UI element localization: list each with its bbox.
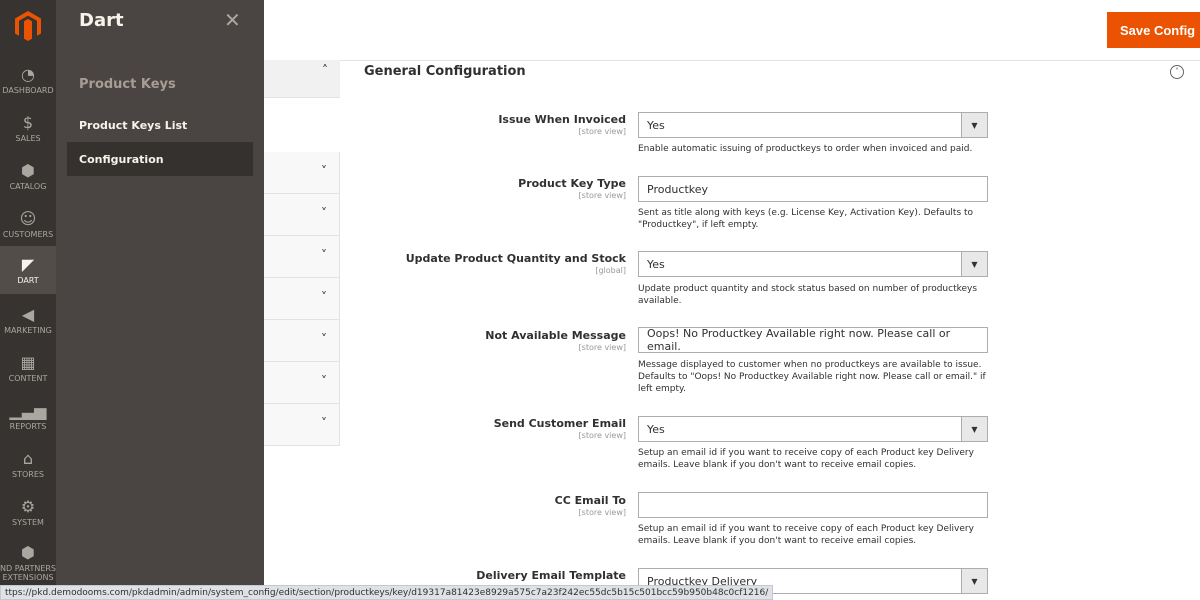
dart-icon: ◤ — [21, 254, 35, 274]
status-bar-url: ttps://pkd.demodooms.com/pkdadmin/admin/… — [0, 585, 774, 600]
field-scope: [global] — [595, 266, 626, 275]
megaphone-icon: ◀ — [21, 304, 35, 324]
field-scope: [store view] — [578, 191, 626, 200]
nav-customers[interactable]: ☺ CUSTOMERS — [0, 200, 56, 248]
magento-logo[interactable] — [0, 0, 56, 52]
field-label-not-available-message: Not Available Message — [485, 329, 626, 342]
chevron-down-icon: ˅ — [321, 248, 327, 262]
nav-system[interactable]: ⚙ SYSTEM — [0, 488, 56, 536]
nav-reports[interactable]: ▁▃▅ REPORTS — [0, 392, 56, 440]
cube-icon: ⬢ — [21, 543, 35, 562]
dropdown-arrow-icon: ▼ — [961, 417, 987, 441]
close-icon[interactable]: ✕ — [224, 8, 241, 32]
field-note: Setup an email id if you want to receive… — [638, 448, 974, 470]
field-scope: [store view] — [578, 431, 626, 440]
submenu-link-configuration[interactable]: Configuration — [67, 142, 253, 176]
chevron-down-icon: ˅ — [321, 164, 327, 178]
nav-catalog[interactable]: ⬢ CATALOG — [0, 152, 56, 200]
chevron-down-icon: ˅ — [321, 374, 327, 388]
gear-icon: ⚙ — [20, 496, 36, 516]
update-quantity-select[interactable]: Yes ▼ — [638, 251, 988, 277]
save-config-button[interactable]: Save Config — [1107, 12, 1200, 48]
field-note: Sent as title along with keys (e.g. Lice… — [638, 208, 974, 230]
field-note: Setup an email id if you want to receive… — [638, 524, 974, 546]
field-label-update-product-quantity: Update Product Quantity and Stock — [405, 252, 626, 265]
cube-icon: ⬢ — [21, 160, 35, 180]
chevron-down-icon: ˅ — [321, 290, 327, 304]
admin-nav: ◔ DASHBOARD $ SALES ⬢ CATALOG ☺ CUSTOMERS ◤ D… — [0, 0, 56, 600]
nav-dart[interactable]: ◤ DART — [0, 246, 56, 294]
section-title[interactable]: General Configuration — [364, 64, 526, 79]
nav-dashboard[interactable]: ◔ DASHBOARD — [0, 56, 56, 104]
issue-when-invoiced-select[interactable]: Yes ▼ — [638, 112, 988, 138]
collapse-icon[interactable]: ˄ — [1170, 65, 1184, 79]
field-label-issue-when-invoiced: Issue When Invoiced — [498, 113, 626, 126]
chevron-down-icon: ˅ — [321, 206, 327, 220]
cc-email-to-input[interactable] — [638, 492, 988, 518]
tab-group[interactable]: ˅ — [264, 362, 340, 404]
tab-group[interactable]: ˅ — [264, 320, 340, 362]
tab-group[interactable]: ˅ — [264, 236, 340, 278]
product-key-type-input[interactable]: Productkey — [638, 176, 988, 202]
field-label-send-customer-email: Send Customer Email — [493, 417, 626, 430]
field-label-delivery-email-template: Delivery Email Template — [476, 569, 626, 582]
field-scope: [store view] — [578, 508, 626, 517]
tab-group[interactable]: ˅ — [264, 194, 340, 236]
not-available-message-input[interactable]: Oops! No Productkey Available right now.… — [638, 327, 988, 353]
chevron-down-icon: ˅ — [321, 416, 327, 430]
field-note: Message displayed to customer when no pr… — [638, 360, 986, 394]
field-note: Update product quantity and stock status… — [638, 284, 978, 306]
submenu-group-title: Product Keys — [79, 77, 176, 92]
submenu-title: Dart — [79, 10, 124, 31]
tab-group[interactable]: ˅ — [264, 404, 340, 446]
chevron-down-icon: ˅ — [321, 332, 327, 346]
field-scope: [store view] — [578, 343, 626, 352]
field-label-product-key-type: Product Key Type — [518, 177, 626, 190]
field-scope: [store view] — [578, 127, 626, 136]
field-label-cc-email-to: CC Email To — [554, 494, 626, 507]
dropdown-arrow-icon: ▼ — [961, 113, 987, 137]
dashboard-icon: ◔ — [21, 64, 35, 84]
tab-group[interactable]: ˅ — [264, 278, 340, 320]
nav-marketing[interactable]: ◀ MARKETING — [0, 296, 56, 344]
dropdown-arrow-icon: ▼ — [961, 252, 987, 276]
nav-sales[interactable]: $ SALES — [0, 104, 56, 152]
content-icon: ▦ — [20, 352, 36, 372]
bar-chart-icon: ▁▃▅ — [9, 400, 47, 420]
nav-content[interactable]: ▦ CONTENT — [0, 344, 56, 392]
nav-stores[interactable]: ⌂ STORES — [0, 440, 56, 488]
store-icon: ⌂ — [22, 448, 34, 468]
dropdown-arrow-icon: ▼ — [961, 569, 987, 593]
nav-partners-extensions[interactable]: ⬢ ND PARTNERS EXTENSIONS — [0, 538, 56, 588]
tab-group-header[interactable]: ˄ — [264, 60, 340, 98]
header-divider — [264, 60, 1200, 61]
submenu-link-product-keys-list[interactable]: Product Keys List — [67, 108, 253, 142]
field-note: Enable automatic issuing of productkeys … — [638, 144, 973, 154]
dart-submenu: Dart ✕ Product Keys Product Keys List Co… — [56, 0, 264, 600]
dollar-icon: $ — [22, 112, 34, 132]
tab-group[interactable]: ˅ — [264, 152, 340, 194]
person-icon: ☺ — [19, 208, 37, 228]
chevron-up-icon: ˄ — [322, 63, 328, 77]
send-customer-email-select[interactable]: Yes ▼ — [638, 416, 988, 442]
